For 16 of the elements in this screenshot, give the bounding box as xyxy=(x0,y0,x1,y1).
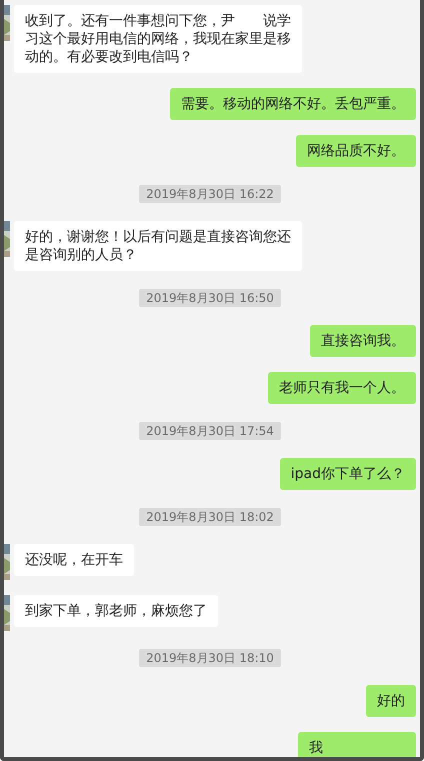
message-bubble: 直接咨询我。 xyxy=(310,325,416,357)
message-bubble: 网络品质不好。 xyxy=(296,135,416,167)
timestamp: 2019年8月30日 18:02 xyxy=(139,508,281,526)
timestamp: 2019年8月30日 16:22 xyxy=(139,185,281,203)
timestamp: 2019年8月30日 18:10 xyxy=(139,649,281,667)
message-bubble: 到家下单，郭老师，麻烦您了 xyxy=(14,595,218,627)
message-bubble: 收到了。还有一件事想问下您，尹 说学习这个最好用电信的网络，我现在家里是移动的。有必要改到电信吗？ xyxy=(14,5,302,73)
message-bubble: 老师只有我一个人。 xyxy=(268,372,416,404)
message-bubble: 我 xyxy=(298,732,416,757)
message-bubble: ipad你下单了么？ xyxy=(280,458,416,490)
timestamp: 2019年8月30日 17:54 xyxy=(139,422,281,440)
message-bubble: 需要。移动的网络不好。丢包严重。 xyxy=(170,88,416,120)
message-bubble: 好的，谢谢您！以后有问题是直接咨询您还是咨询别的人员？ xyxy=(14,221,302,271)
message-bubble: 好的 xyxy=(366,685,416,717)
timestamp: 2019年8月30日 16:50 xyxy=(139,289,281,307)
message-bubble: 还没呢，在开车 xyxy=(14,544,134,576)
